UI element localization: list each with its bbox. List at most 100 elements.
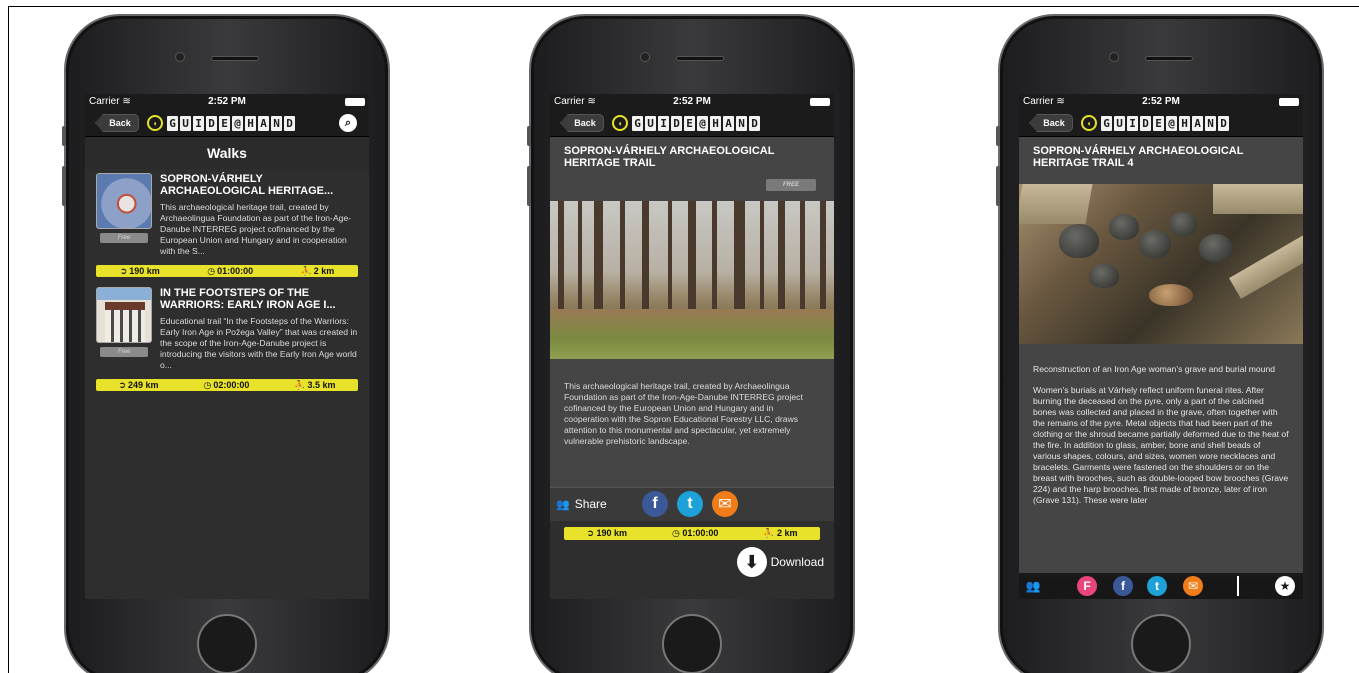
phone-volume-up — [996, 166, 1000, 206]
guide-at-hand-logo: ◖ G U I D E @ H A N D — [612, 115, 762, 131]
twitter-icon[interactable]: t — [677, 491, 703, 517]
status-bar: Carrier ≋ 2:52 PM — [85, 94, 369, 109]
speaker-logo-icon: ◖ — [612, 115, 628, 131]
status-bar: Carrier ≋ 2:52 PM — [550, 94, 834, 109]
status-time: 2:52 PM — [673, 96, 711, 107]
frame-border-top — [8, 6, 1359, 7]
walk-description: This archaeological heritage trail, crea… — [550, 359, 834, 487]
walk-title: SOPRON-VÁRHELY ARCHAEOLOGICAL HERITAGE T… — [1033, 145, 1244, 169]
bottom-panel: ➲ 190 km ◷ 01:00:00 ⛹ 2 km ⬇ Download — [550, 521, 834, 594]
article-caption: Reconstruction of an Iron Age woman’s gr… — [1033, 364, 1276, 374]
status-time: 2:52 PM — [208, 96, 246, 107]
share-button[interactable]: 👥 Share — [556, 497, 607, 511]
download-button[interactable]: ⬇ Download — [736, 547, 824, 577]
toolbar-divider — [1237, 576, 1239, 596]
download-label: Download — [770, 555, 824, 569]
walker-icon: ⛹ — [294, 379, 306, 390]
front-camera — [175, 52, 185, 62]
earpiece-speaker — [1145, 56, 1193, 61]
back-button[interactable]: Back — [560, 114, 604, 132]
walk-stats-bar: ➲ 249 km ◷ 02:00:00 ⛹ 3.5 km — [96, 379, 358, 391]
guide-at-hand-logo: ◖ G U I D E @ H A N D — [147, 115, 297, 131]
walk-stats-bar: ➲ 190 km ◷ 01:00:00 ⛹ 2 km — [564, 527, 820, 540]
list-item[interactable]: Free IN THE FOOTSTEPS OF THE WARRIORS: E… — [85, 283, 369, 391]
download-arrow-icon: ⬇ — [736, 547, 767, 577]
walk-length-value: 3.5 km — [307, 380, 336, 390]
clock-icon: ◷ — [671, 528, 680, 538]
logo-text: G U I D E @ H A N D — [1101, 115, 1231, 131]
twitter-icon[interactable]: t — [1147, 576, 1167, 596]
distance-value: 190 km — [596, 528, 628, 538]
clock-icon: ◷ — [203, 379, 212, 390]
walk-length-value: 2 km — [777, 528, 798, 538]
clock-icon: ◷ — [207, 265, 216, 276]
distance-icon: ➲ — [118, 379, 126, 390]
walk-cover-photo — [550, 201, 834, 359]
search-icon[interactable]: ⌕ — [339, 114, 357, 132]
nav-bar: Back ◖ G U I D E @ H A N D — [550, 109, 834, 137]
phone-mute-switch — [62, 126, 66, 146]
people-icon: 👥 — [556, 498, 570, 511]
phone-article: Carrier ≋ 2:52 PM Back ◖ G U I D E @ H A N D SOPR… — [996, 14, 1324, 673]
star-icon[interactable]: ★ — [1275, 576, 1295, 596]
duration-value: 02:00:00 — [213, 380, 250, 390]
phone-mute-switch — [996, 126, 1000, 146]
list-item[interactable]: Free SOPRON-VÁRHELY ARCHAEOLOGICAL HERIT… — [85, 169, 369, 277]
speaker-logo-icon: ◖ — [1081, 115, 1097, 131]
walk-description: Educational trail “In the Footsteps of t… — [160, 316, 358, 370]
earpiece-speaker — [676, 56, 724, 61]
article-toolbar: 👥 F f t ✉ ★ — [1019, 573, 1303, 599]
facebook-icon[interactable]: f — [642, 491, 668, 517]
nav-bar: Back ◖ G U I D E @ H A N D ⌕ — [85, 109, 369, 137]
walker-icon: ⛹ — [300, 265, 312, 276]
foursquare-icon[interactable]: F — [1077, 576, 1097, 596]
duration-value: 01:00:00 — [682, 528, 719, 538]
grave-photo — [1019, 184, 1303, 344]
distance-icon: ➲ — [119, 265, 128, 276]
distance-value: 249 km — [128, 380, 159, 390]
guide-at-hand-logo: ◖ G U I D E @ H A N D — [1081, 115, 1231, 131]
walk-thumbnail — [96, 173, 152, 229]
battery-icon — [810, 98, 830, 106]
share-row: 👥 Share f t ✉ — [550, 487, 834, 521]
back-button[interactable]: Back — [95, 114, 139, 132]
phone-walk-detail: Carrier ≋ 2:52 PM Back ◖ G U I D E @ H A N D SOPR… — [527, 14, 855, 673]
article-body: Reconstruction of an Iron Age woman’s gr… — [1019, 344, 1303, 577]
nav-bar: Back ◖ G U I D E @ H A N D — [1019, 109, 1303, 137]
facebook-icon[interactable]: f — [1113, 576, 1133, 596]
logo-text: G U I D E @ H A N D — [167, 115, 297, 131]
page-title: Walks — [85, 137, 369, 169]
email-icon[interactable]: ✉ — [1183, 576, 1203, 596]
battery-icon — [1279, 98, 1299, 106]
screen-article: Carrier ≋ 2:52 PM Back ◖ G U I D E @ H A N D SOPR… — [1019, 94, 1303, 599]
walker-icon: ⛹ — [763, 528, 775, 538]
frame-border-left — [8, 6, 9, 673]
screen-walks: Carrier ≋ 2:52 PM Back ◖ G U I D E @ H A N D ⌕ Wa… — [85, 94, 369, 599]
home-button[interactable] — [662, 614, 722, 673]
phone-mute-switch — [527, 126, 531, 146]
walk-title: IN THE FOOTSTEPS OF THE WARRIORS: EARLY … — [160, 287, 336, 311]
email-icon[interactable]: ✉ — [712, 491, 738, 517]
front-camera — [1109, 52, 1119, 62]
walk-detail-title: SOPRON-VÁRHELY ARCHAEOLOGICAL HERITAGE T… — [550, 137, 834, 201]
walk-title: SOPRON-VÁRHELY ARCHAEOLOGICAL HERITAGE T… — [564, 145, 775, 169]
article-title: SOPRON-VÁRHELY ARCHAEOLOGICAL HERITAGE T… — [1019, 137, 1303, 184]
back-button[interactable]: Back — [1029, 114, 1073, 132]
walk-stats-bar: ➲ 190 km ◷ 01:00:00 ⛹ 2 km — [96, 265, 358, 277]
free-badge: Free — [100, 347, 148, 357]
home-button[interactable] — [197, 614, 257, 673]
distance-icon: ➲ — [586, 528, 594, 538]
walk-thumbnail — [96, 287, 152, 343]
free-badge[interactable]: Free — [766, 179, 816, 191]
free-badge: Free — [100, 233, 148, 243]
phone-walks-list: Carrier ≋ 2:52 PM Back ◖ G U I D E @ H A N D ⌕ Wa… — [62, 14, 390, 673]
walk-length-value: 2 km — [313, 266, 335, 276]
earpiece-speaker — [211, 56, 259, 61]
duration-value: 01:00:00 — [217, 266, 254, 276]
people-icon[interactable]: 👥 — [1023, 576, 1043, 596]
battery-icon — [345, 98, 365, 106]
article-text: Women’s burials at Várhely reflect unifo… — [1033, 385, 1289, 505]
status-bar: Carrier ≋ 2:52 PM — [1019, 94, 1303, 109]
screen-walk-detail: Carrier ≋ 2:52 PM Back ◖ G U I D E @ H A N D SOPR… — [550, 94, 834, 599]
home-button[interactable] — [1131, 614, 1191, 673]
